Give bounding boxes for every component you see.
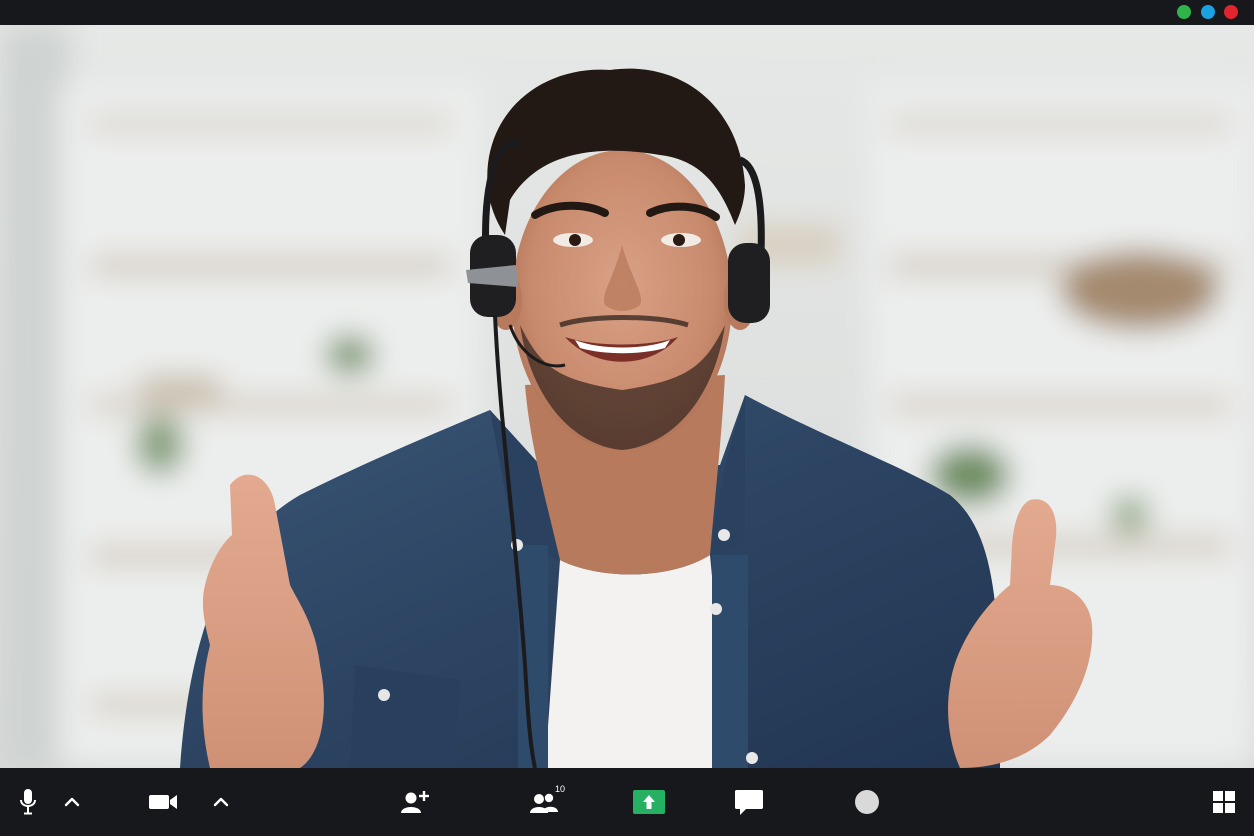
gallery-view-button[interactable] — [1210, 782, 1238, 822]
green-window-button[interactable] — [1177, 5, 1191, 19]
video-options-chevron-icon — [213, 797, 229, 807]
microphone-button[interactable] — [14, 782, 42, 822]
red-window-button[interactable] — [1224, 5, 1238, 19]
microphone-icon — [20, 789, 36, 815]
video-options-button[interactable] — [209, 782, 233, 822]
gallery-view-icon — [1213, 791, 1235, 813]
speaker-video-feed — [0, 25, 1254, 768]
invite-participant-icon — [401, 791, 429, 813]
record-button[interactable] — [853, 782, 881, 822]
video-call-window: 10 — [0, 0, 1254, 836]
title-bar — [0, 0, 1254, 25]
participants-count-badge: 10 — [555, 784, 566, 794]
t-shirt — [545, 555, 730, 768]
record-icon — [855, 790, 879, 814]
blue-window-button[interactable] — [1201, 5, 1215, 19]
mic-options-button[interactable] — [60, 782, 84, 822]
invite-participant-button[interactable] — [399, 782, 431, 822]
share-screen-button[interactable] — [633, 782, 665, 822]
video-camera-button[interactable] — [146, 782, 180, 822]
meeting-toolbar: 10 — [0, 768, 1254, 836]
chat-icon — [735, 789, 763, 815]
video-camera-icon — [149, 795, 177, 809]
mic-options-chevron-icon — [64, 797, 80, 807]
participants-button[interactable]: 10 — [522, 782, 566, 822]
chat-button[interactable] — [733, 782, 765, 822]
participant-video-image — [0, 25, 1254, 768]
share-screen-icon — [633, 790, 665, 814]
